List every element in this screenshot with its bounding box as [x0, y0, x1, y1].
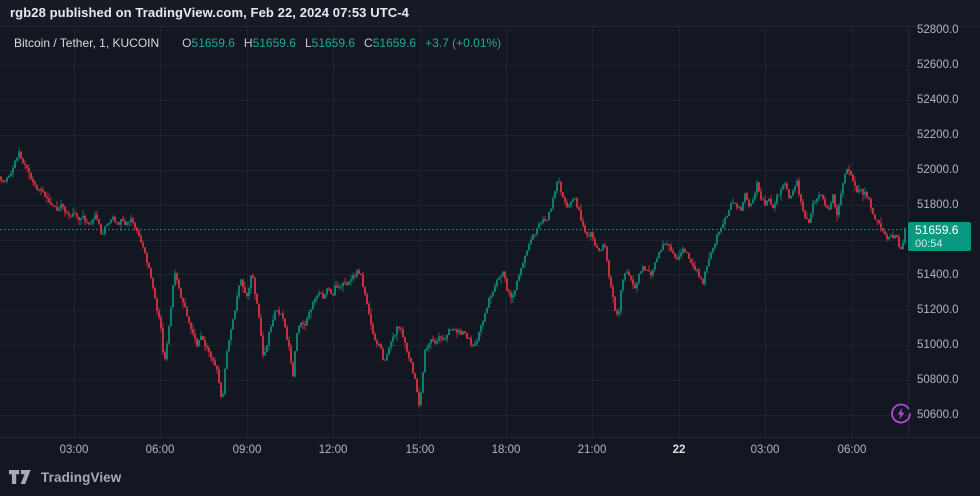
- time-tick-label: 18:00: [491, 444, 521, 456]
- chart-legend: Bitcoin / Tether, 1, KUCOIN O51659.6 H5165…: [14, 36, 501, 50]
- price-tick-label: 51000.0: [917, 338, 959, 351]
- time-axis[interactable]: 03:00 06:00 09:00 12:00 15:00 18:00 21:00 22 03:…: [0, 438, 980, 462]
- publish-bar: rgb28 published on TradingView.com, Feb …: [0, 0, 980, 27]
- price-tick-label: 50800.0: [917, 373, 959, 386]
- bar-countdown: 00:54: [915, 238, 943, 250]
- ohlc-open-value: 51659.6: [191, 36, 235, 50]
- time-tick-label: 21:00: [577, 444, 607, 456]
- price-tick-label: 52400.0: [917, 93, 959, 106]
- price-tick-label: 52200.0: [917, 128, 959, 141]
- price-tick-label: 51200.0: [917, 303, 959, 316]
- time-tick-label: 12:00: [318, 444, 348, 456]
- change-value: +3.7 (+0.01%): [425, 36, 502, 50]
- chart-pane: Bitcoin / Tether, 1, KUCOIN O51659.6 H5165…: [0, 27, 908, 437]
- price-tick-label: 52600.0: [917, 58, 959, 71]
- ohlc-low-label: L: [304, 36, 312, 50]
- publish-text: rgb28 published on TradingView.com, Feb …: [10, 5, 410, 20]
- current-price-value: 51659.6: [915, 223, 959, 237]
- time-tick-label: 06:00: [837, 444, 867, 456]
- ohlc-high-label: H: [243, 36, 253, 50]
- tradingview-logo-icon: [9, 470, 31, 484]
- price-tick-label: 52000.0: [917, 163, 959, 176]
- flash-icon[interactable]: [889, 402, 913, 426]
- price-tick-label: 51800.0: [917, 198, 959, 211]
- price-axis[interactable]: 52800.0 52600.0 52400.0 52200.0 52000.0 51800…: [908, 23, 980, 437]
- time-tick-label: 09:00: [232, 444, 262, 456]
- tradingview-logo[interactable]: TradingView: [9, 470, 121, 485]
- tradingview-logo-text: TradingView: [41, 470, 122, 485]
- ohlc-close-label: C: [364, 36, 373, 50]
- time-tick-label: 06:00: [145, 444, 175, 456]
- ohlc-open-label: O: [182, 36, 192, 50]
- price-tick-label: 50600.0: [917, 408, 959, 421]
- ohlc-low-value: 51659.6: [311, 36, 356, 50]
- time-tick-label: 15:00: [405, 444, 435, 456]
- current-price-badge: 51659.6 00:54: [908, 222, 971, 251]
- ohlc-close-value: 51659.6: [372, 36, 417, 50]
- time-tick-label: 03:00: [750, 444, 780, 456]
- price-tick-label: 52800.0: [917, 23, 959, 36]
- time-tick-label: 22: [672, 444, 686, 456]
- candlestick-chart[interactable]: [0, 27, 908, 437]
- price-tick-label: 51400.0: [917, 268, 959, 281]
- time-tick-label: 03:00: [59, 444, 89, 456]
- footer: TradingView: [0, 462, 980, 496]
- symbol-title[interactable]: Bitcoin / Tether, 1, KUCOIN: [14, 36, 159, 50]
- ohlc-high-value: 51659.6: [252, 36, 296, 50]
- tradingview-snapshot: rgb28 published on TradingView.com, Feb …: [0, 0, 980, 496]
